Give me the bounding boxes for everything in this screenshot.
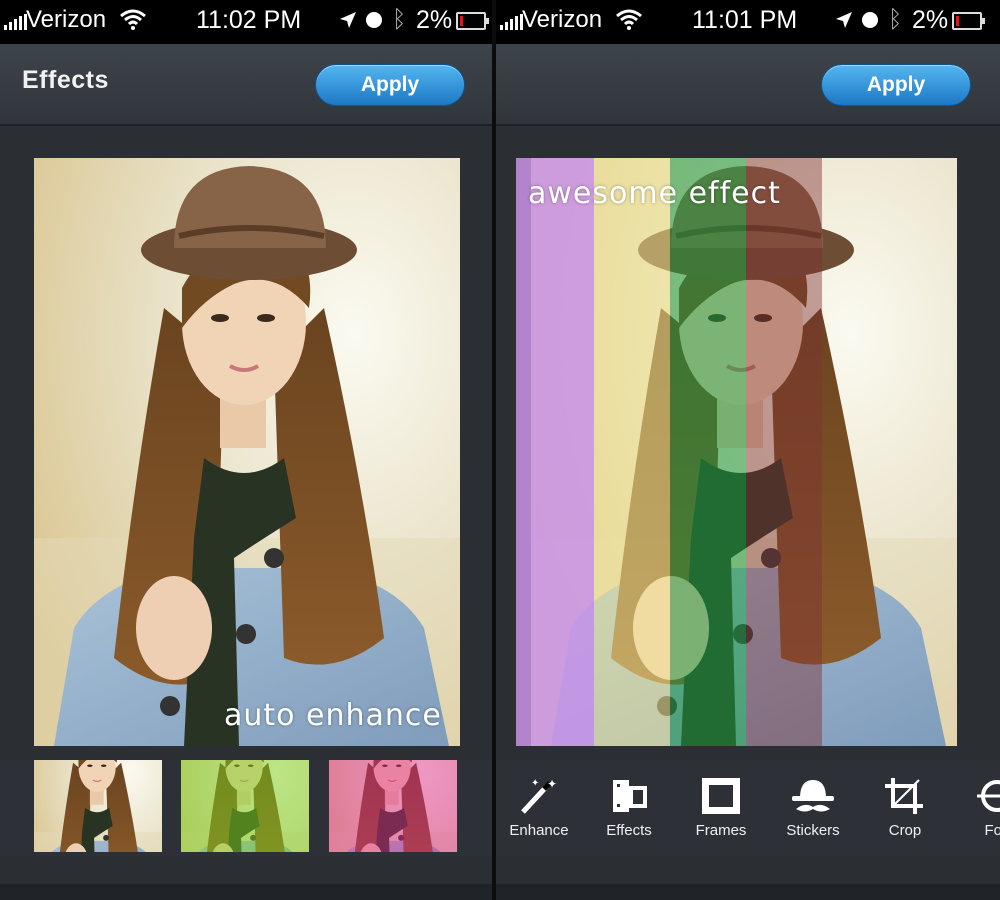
crop-icon [885,778,923,814]
battery-icon [952,12,985,30]
tool-frames[interactable]: Frames [676,770,766,854]
editor-toolbar: ✦ ✦ Enhance Effects Frames Stickers Crop… [496,760,1000,856]
svg-text:✦: ✦ [547,777,557,791]
effect-thumbnail-magenta[interactable] [329,760,457,852]
battery-percent: 2% [416,6,453,34]
status-bar: Verizon 11:02 PM ᛒ 2% [0,0,492,44]
signal-icon [500,14,523,30]
effect-stripe-brown [746,158,822,746]
tool-stickers[interactable]: Stickers [768,770,858,854]
effect-stripe-yellow [594,158,670,746]
status-bar: Verizon 11:01 PM ᛒ 2% [496,0,1000,44]
page-title: Effects [22,66,109,94]
alarm-clock-icon [862,12,878,28]
alarm-clock-icon [366,12,382,28]
tool-label: Foc [984,822,1000,839]
magic-wand-icon: ✦ ✦ [521,777,557,814]
frame-icon [702,778,740,814]
tool-label: Effects [606,822,652,839]
hat-mustache-icon [792,780,834,812]
tool-crop[interactable]: Crop [860,770,950,854]
wifi-icon [120,9,146,30]
focus-icon [977,780,1000,812]
tool-label: Crop [888,822,922,839]
location-arrow-icon [340,12,356,28]
location-arrow-icon [836,12,852,28]
effect-thumbnail-original[interactable] [34,760,162,852]
apply-button[interactable]: Apply [315,64,465,106]
battery-icon [456,12,489,30]
photo-preview: auto enhance [34,158,460,746]
tool-label: Frames [695,822,747,839]
svg-text:✦: ✦ [531,778,539,789]
apply-button[interactable]: Apply [821,64,971,106]
effect-stripe-lavender [516,158,594,746]
bluetooth-icon: ᛒ [888,6,903,33]
battery-percent: 2% [912,6,949,34]
carrier-name: Verizon [26,6,107,33]
effect-stripe-green [670,158,746,746]
tool-label: Stickers [786,822,840,839]
bluetooth-icon: ᛒ [392,6,407,33]
effects-thumbnail-strip [0,760,492,856]
wifi-icon [616,9,642,30]
carrier-name: Verizon [522,6,603,33]
phone-screen-editor: Verizon 11:01 PM ᛒ 2% Apply awesome effe… [496,0,1000,900]
effect-caption: auto enhance [224,698,442,733]
effect-thumbnail-green[interactable] [181,760,309,852]
status-time: 11:01 PM [692,6,798,34]
tool-focus[interactable]: Foc [952,770,1000,854]
tool-label: Enhance [509,822,569,839]
film-roll-icon [613,780,647,812]
phone-screen-effects: Verizon 11:02 PM ᛒ 2% Effects Apply auto… [0,0,492,900]
nav-bar: Apply [496,44,1000,126]
status-time: 11:02 PM [196,6,302,34]
tool-enhance[interactable]: ✦ ✦ Enhance [496,770,584,854]
photo-preview: awesome effect [516,158,972,746]
portrait-image [34,158,460,746]
effect-caption: awesome effect [528,176,781,211]
tool-effects[interactable]: Effects [584,770,674,854]
portrait-image [516,158,972,746]
bottom-edge [0,884,492,900]
signal-icon [4,14,27,30]
bottom-edge [496,884,1000,900]
nav-bar: Effects Apply [0,44,492,126]
